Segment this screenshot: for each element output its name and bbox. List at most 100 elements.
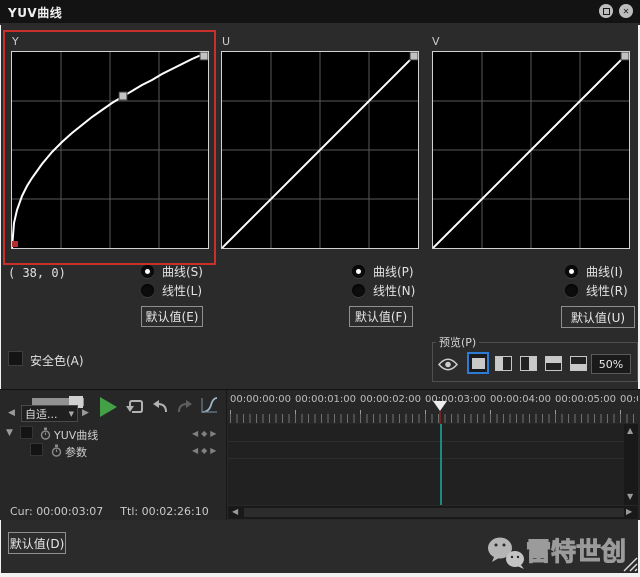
timeline-body[interactable] xyxy=(228,424,624,505)
y-linear-radio-row[interactable]: 线性(L) xyxy=(141,283,203,298)
undo-icon[interactable] xyxy=(152,399,169,417)
y-default-button[interactable]: 默认值(E) xyxy=(141,306,203,327)
ruler-label: 00:00:00:00 xyxy=(230,394,292,405)
u-curve-svg xyxy=(221,51,419,249)
preview-zoom-button[interactable]: 50% xyxy=(591,354,631,374)
restore-icon[interactable] xyxy=(599,4,613,18)
resize-grip-icon[interactable] xyxy=(621,555,638,575)
param-enable-checkbox[interactable] xyxy=(30,443,43,456)
eye-icon[interactable] xyxy=(438,358,458,374)
u-mode-radios: 曲线(P) 线性(N) xyxy=(352,264,415,302)
u-linear-radio-row[interactable]: 线性(N) xyxy=(352,283,416,298)
safe-color-label: 安全色(A) xyxy=(30,354,84,368)
play-button[interactable] xyxy=(100,397,117,417)
playhead-ruler-tick xyxy=(439,411,441,424)
preview-split-right-button[interactable] xyxy=(517,352,539,374)
u-linear-radio-label: 线性(N) xyxy=(373,283,416,298)
u-curve-radio-row[interactable]: 曲线(P) xyxy=(352,264,415,279)
stopwatch-icon[interactable] xyxy=(51,444,62,460)
yuv-curves-dialog: YUV曲线 ✕ Y U V (38, 0) 曲线(S) 线性(L) 默认值(E… xyxy=(0,0,640,577)
ruler-label: 00:00:02:00 xyxy=(360,394,422,405)
stopwatch-icon[interactable] xyxy=(40,427,51,443)
preview-split-top-button[interactable] xyxy=(542,352,564,374)
v-mode-radios: 曲线(I) 线性(R) xyxy=(565,264,628,302)
v-default-button[interactable]: 默认值(U) xyxy=(561,306,635,328)
y-curve-radio[interactable] xyxy=(141,264,154,278)
v-curve-radio-label: 曲线(I) xyxy=(586,264,623,279)
ruler-label: 00:00:01:00 xyxy=(295,394,357,405)
timeline-ruler[interactable]: 00:00:00:00 00:00:01:00 00:00:02:00 00:0… xyxy=(228,391,638,424)
ruler-label: 00:00:06:00 xyxy=(620,394,638,405)
preview-split-left-button[interactable] xyxy=(492,352,514,374)
v-curve-radio[interactable] xyxy=(565,264,578,278)
u-default-button[interactable]: 默认值(F) xyxy=(349,306,413,327)
keyframe-nav-icons[interactable]: ◀◆▶ xyxy=(192,446,219,455)
step-back-icon[interactable]: ◀ xyxy=(8,409,15,418)
v-linear-radio-row[interactable]: 线性(R) xyxy=(565,283,628,298)
preview-mode-buttons xyxy=(467,352,589,374)
u-curve-radio-label: 曲线(P) xyxy=(373,264,414,279)
y-mode-radios: 曲线(S) 线性(L) xyxy=(141,264,203,302)
v-curve-radio-row[interactable]: 曲线(I) xyxy=(565,264,628,279)
scroll-left-icon[interactable]: ◀ xyxy=(232,508,238,516)
track-enable-checkbox[interactable] xyxy=(20,426,33,439)
loop-playback-icon[interactable] xyxy=(126,398,145,418)
bottom-edge xyxy=(0,573,640,577)
y-curve-radio-label: 曲线(S) xyxy=(162,264,203,279)
preview-label: 预览(P) xyxy=(436,334,480,350)
u-curve-radio[interactable] xyxy=(352,264,365,278)
zoom-fit-dropdown-value: 自适... xyxy=(25,407,58,421)
cur-label: Cur: xyxy=(10,505,33,518)
curve-editor-icon[interactable] xyxy=(200,396,218,417)
ruler-minor-ticks xyxy=(230,414,638,423)
close-icon[interactable]: ✕ xyxy=(619,4,633,18)
preview-split-bottom-button[interactable] xyxy=(567,352,589,374)
ttl-label: Ttl: xyxy=(120,505,139,518)
ruler-label: 00:00:05:00 xyxy=(555,394,617,405)
v-linear-radio-label: 线性(R) xyxy=(586,283,628,298)
y-linear-radio-label: 线性(L) xyxy=(162,283,203,298)
step-forward-icon[interactable]: ▶ xyxy=(82,409,89,418)
safe-color-checkbox[interactable] xyxy=(8,351,23,366)
track-row-separator xyxy=(228,441,624,442)
track-label[interactable]: YUV曲线 xyxy=(54,427,98,443)
scroll-right-icon[interactable]: ▶ xyxy=(626,508,632,516)
timecode-status: Cur: 00:00:03:07 Ttl: 00:02:26:10 xyxy=(10,505,209,518)
horizontal-scrollbar[interactable]: ◀ ▶ xyxy=(228,506,638,519)
preview-full-button[interactable] xyxy=(467,352,489,374)
track-expand-icon[interactable]: ▼ xyxy=(6,428,13,438)
chevron-down-icon: ▼ xyxy=(68,409,74,418)
playhead-marker[interactable] xyxy=(433,401,447,411)
u-curve-chart[interactable] xyxy=(221,51,419,249)
scrollbar-thumb[interactable] xyxy=(244,508,624,517)
watermark-text: 雷特世创 xyxy=(525,537,627,567)
playhead-line[interactable] xyxy=(440,424,442,505)
ttl-value: 00:02:26:10 xyxy=(141,505,209,518)
y-panel-label: Y xyxy=(12,35,19,48)
v-curve-chart[interactable] xyxy=(432,51,630,249)
cur-value: 00:00:03:07 xyxy=(36,505,104,518)
v-linear-radio[interactable] xyxy=(565,283,578,297)
wechat-icon xyxy=(488,537,524,569)
v-panel-label: V xyxy=(432,35,440,48)
v-curve-svg xyxy=(432,51,630,249)
track-row-separator xyxy=(228,458,624,459)
u-panel-label: U xyxy=(222,35,231,48)
point-coordinate-readout: ( 38, 0) xyxy=(8,266,66,280)
zoom-fit-dropdown[interactable]: 自适... ▼ xyxy=(21,405,78,422)
vertical-scrollbar[interactable]: ▲ ▼ xyxy=(624,424,638,505)
scroll-up-icon[interactable]: ▲ xyxy=(627,427,633,435)
y-curve-svg xyxy=(11,51,209,249)
u-linear-radio[interactable] xyxy=(352,283,365,297)
y-curve-chart[interactable] xyxy=(11,51,209,249)
window-title: YUV曲线 xyxy=(8,6,63,20)
y-linear-radio[interactable] xyxy=(141,283,154,297)
keyframe-nav-icons[interactable]: ◀◆▶ xyxy=(192,429,219,438)
title-bar xyxy=(0,0,640,23)
redo-icon[interactable] xyxy=(176,399,193,417)
track-label[interactable]: 参数 xyxy=(65,444,87,460)
dialog-default-button[interactable]: 默认值(D) xyxy=(8,532,66,554)
scroll-down-icon[interactable]: ▼ xyxy=(627,493,633,501)
watermark: 雷特世创 xyxy=(486,526,638,572)
y-curve-radio-row[interactable]: 曲线(S) xyxy=(141,264,203,279)
